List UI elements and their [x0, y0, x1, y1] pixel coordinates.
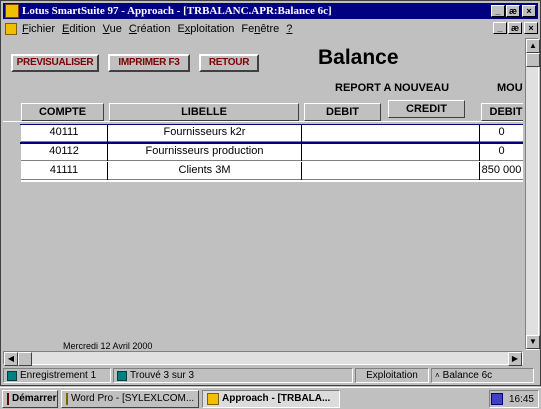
cell-compte[interactable]: 40112 [21, 143, 108, 161]
col-mouv-debit-header: DEBIT [481, 103, 523, 121]
start-button[interactable]: Démarrer [2, 389, 58, 408]
cell-debit[interactable] [302, 143, 480, 161]
menu-fichier[interactable]: Fichier [22, 23, 55, 35]
hscroll-thumb[interactable] [18, 352, 32, 366]
form-canvas: PREVISUALISER IMPRIMER F3 RETOUR Balance… [3, 38, 523, 350]
menu-vue[interactable]: Vue [103, 23, 122, 35]
header-divider [3, 121, 523, 122]
balance-table: 40111 Fournisseurs k2r 0 40112 Fournisse… [20, 124, 523, 182]
menu-creation[interactable]: Création [129, 23, 171, 35]
status-record[interactable]: Enregistrement 1 [3, 368, 111, 383]
doc-close-button[interactable]: × [524, 22, 538, 34]
maximize-button[interactable]: æ [506, 5, 520, 17]
table-row[interactable]: 41111 Clients 3M 850 000 [21, 162, 523, 180]
wordpro-icon [66, 392, 68, 405]
table-row[interactable]: 40112 Fournisseurs production 0 [21, 143, 523, 161]
horizontal-scrollbar[interactable]: ◀ ▶ [3, 351, 523, 366]
taskbar: Démarrer Word Pro - [SYLEXLCOM... Approa… [0, 387, 541, 409]
cell-compte[interactable]: 41111 [21, 162, 108, 180]
col-libelle-header: LIBELLE [109, 103, 299, 121]
status-view[interactable]: ˄ Balance 6c [431, 368, 534, 383]
cell-mouv-debit[interactable]: 0 [480, 143, 523, 161]
menu-bar: Fichier Edition Vue Création Exploitatio… [3, 20, 538, 37]
menu-exploitation[interactable]: Exploitation [177, 23, 234, 35]
view-caret-icon: ˄ [435, 371, 440, 380]
document-icon[interactable] [5, 22, 17, 35]
app-window: Lotus SmartSuite 97 - Approach - [TRBALA… [0, 0, 541, 386]
status-bar: Enregistrement 1 Trouvé 3 sur 3 Exploita… [3, 367, 540, 384]
approach-icon [207, 392, 219, 405]
form-title: Balance [318, 46, 399, 69]
col-credit-header: CREDIT [388, 100, 465, 118]
report-heading: REPORT A NOUVEAU [335, 82, 450, 94]
tray-volume-icon[interactable] [490, 393, 503, 405]
vertical-scrollbar[interactable]: ▲ ▼ [525, 38, 540, 350]
imprimer-button[interactable]: IMPRIMER F3 [108, 54, 190, 72]
mouvements-heading: MOUV [497, 82, 523, 94]
menu-help[interactable]: ? [286, 23, 292, 35]
selected-row-highlight [20, 124, 523, 144]
record-nav-icon[interactable] [7, 370, 17, 381]
close-button[interactable]: × [522, 5, 536, 17]
cell-libelle[interactable]: Clients 3M [108, 162, 302, 180]
scroll-left-arrow-icon[interactable]: ◀ [4, 352, 18, 366]
scroll-down-arrow-icon[interactable]: ▼ [526, 335, 540, 349]
col-debit-header: DEBIT [304, 103, 381, 121]
title-bar[interactable]: Lotus SmartSuite 97 - Approach - [TRBALA… [3, 3, 538, 19]
clock[interactable]: 16:45 [509, 394, 534, 405]
lotus-app-icon[interactable] [5, 4, 19, 18]
cell-debit[interactable] [302, 162, 480, 180]
cell-libelle[interactable]: Fournisseurs production [108, 143, 302, 161]
menu-edition[interactable]: Edition [62, 23, 96, 35]
menu-fenetre[interactable]: Fenêtre [241, 23, 279, 35]
scroll-thumb[interactable] [526, 53, 540, 67]
footer-date: Mercredi 12 Avril 2000 [63, 341, 153, 350]
doc-minimize-button[interactable]: _ [493, 22, 507, 34]
windows-logo-icon [7, 392, 9, 405]
task-approach[interactable]: Approach - [TRBALA... [202, 389, 340, 408]
previsualiser-button[interactable]: PREVISUALISER [11, 54, 99, 72]
scroll-right-arrow-icon[interactable]: ▶ [508, 352, 522, 366]
retour-button[interactable]: RETOUR [199, 54, 259, 72]
status-mode[interactable]: Exploitation [355, 368, 429, 383]
window-title: Lotus SmartSuite 97 - Approach - [TRBALA… [22, 5, 332, 17]
scroll-up-arrow-icon[interactable]: ▲ [526, 39, 540, 53]
col-compte-header: COMPTE [21, 103, 104, 121]
system-tray: 16:45 [489, 390, 539, 408]
status-found[interactable]: Trouvé 3 sur 3 [113, 368, 353, 383]
find-icon[interactable] [117, 370, 127, 381]
minimize-button[interactable]: _ [491, 5, 505, 17]
doc-restore-button[interactable]: æ [508, 22, 522, 34]
cell-mouv-debit[interactable]: 850 000 [480, 162, 523, 180]
task-wordpro[interactable]: Word Pro - [SYLEXLCOM... [61, 389, 199, 408]
